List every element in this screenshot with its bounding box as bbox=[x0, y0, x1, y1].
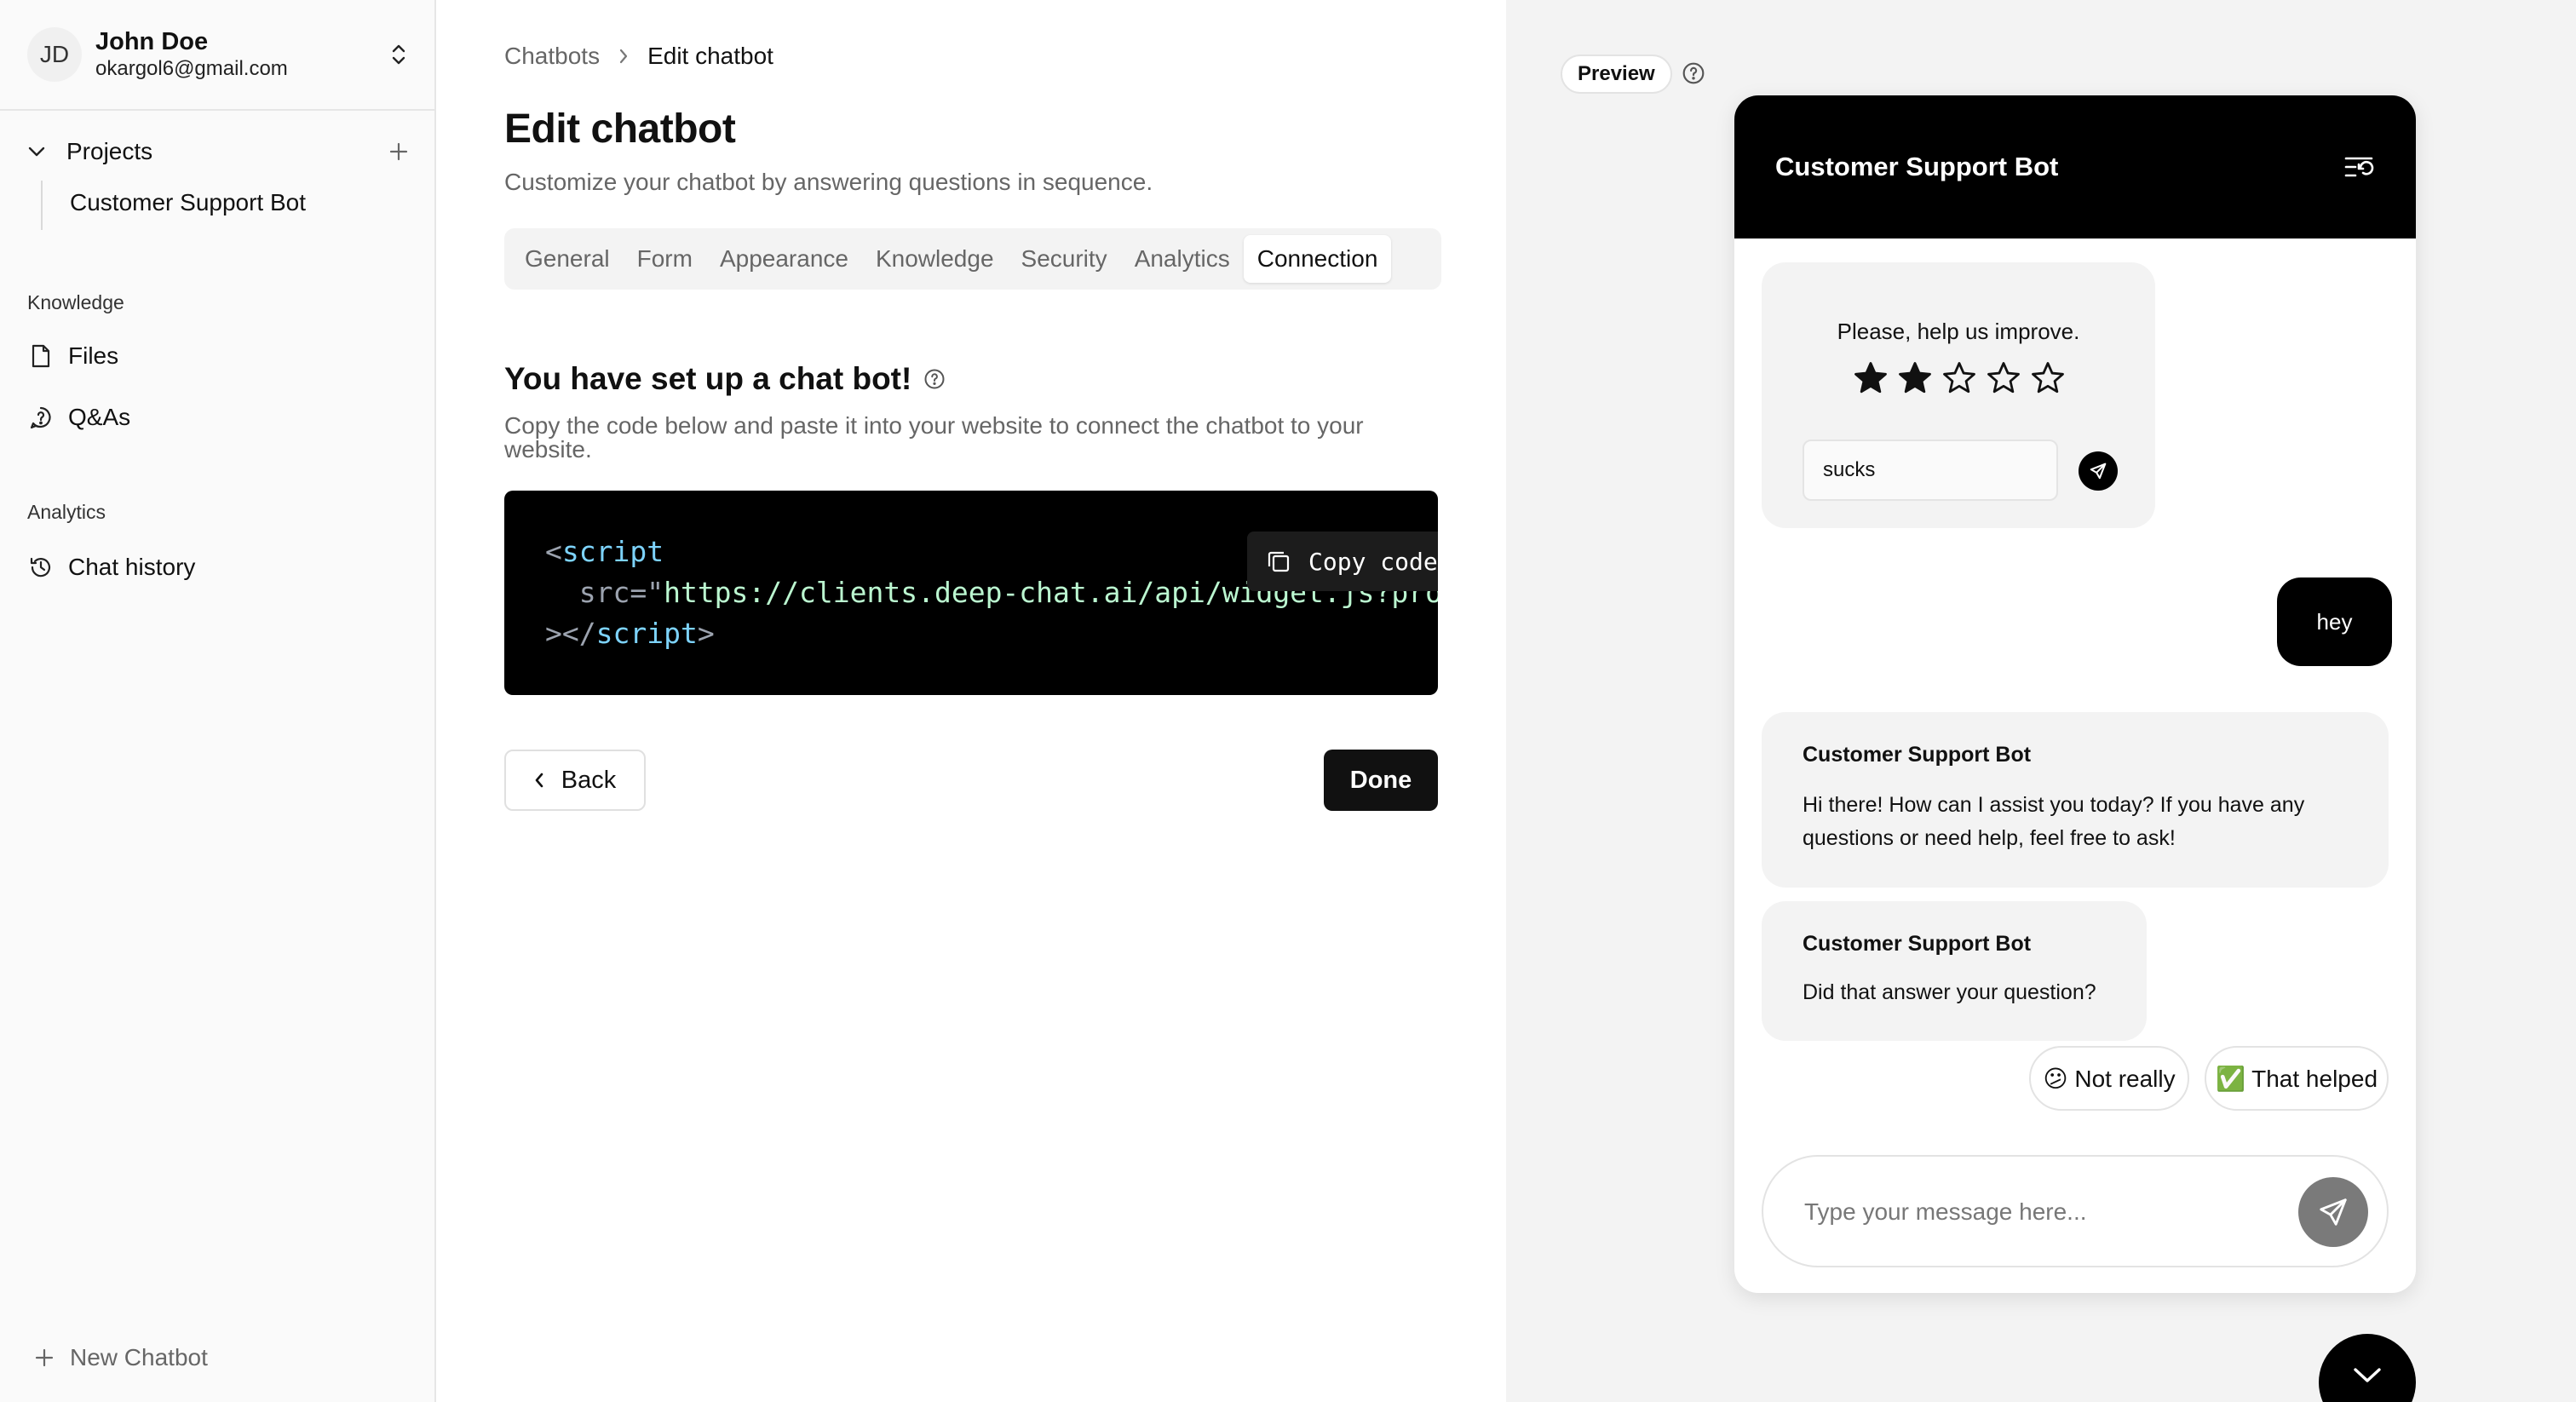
chevron-left-icon bbox=[534, 772, 544, 789]
projects-header[interactable]: Projects bbox=[27, 133, 409, 170]
tab-appearance[interactable]: Appearance bbox=[706, 235, 862, 283]
chat-title: Customer Support Bot bbox=[1775, 152, 2059, 181]
user-switcher[interactable]: JD John Doe okargol6@gmail.com bbox=[27, 26, 416, 83]
user-name: John Doe bbox=[95, 28, 209, 55]
star-filled-icon[interactable] bbox=[1849, 359, 1893, 397]
help-icon[interactable] bbox=[923, 368, 946, 390]
tab-form[interactable]: Form bbox=[624, 235, 706, 283]
back-button[interactable]: Back bbox=[504, 750, 646, 811]
avatar-initials: JD bbox=[39, 41, 70, 67]
new-chatbot-button[interactable]: New Chatbot bbox=[34, 1341, 208, 1375]
send-icon bbox=[2090, 463, 2107, 480]
embed-code-block[interactable]: <script src="https://clients.deep-chat.a… bbox=[504, 491, 1438, 695]
sidebar-item-qas[interactable]: Q&As bbox=[27, 399, 130, 436]
tree-line bbox=[41, 181, 43, 230]
history-icon bbox=[27, 554, 55, 581]
sidebar-item-label: Files bbox=[68, 342, 119, 369]
user-message: hey bbox=[2277, 577, 2392, 666]
star-filled-icon[interactable] bbox=[1893, 359, 1937, 397]
sidebar: JD John Doe okargol6@gmail.com Projects … bbox=[0, 0, 436, 1402]
quick-reply-not-really[interactable]: 😕 Not really bbox=[2029, 1046, 2189, 1111]
chat-header: Customer Support Bot bbox=[1734, 95, 2416, 238]
new-chatbot-label: New Chatbot bbox=[70, 1344, 208, 1370]
user-info: John Doe okargol6@gmail.com bbox=[95, 27, 382, 82]
sidebar-item-chat-history[interactable]: Chat history bbox=[27, 549, 195, 586]
bot-name: Customer Support Bot bbox=[1803, 743, 2032, 767]
setup-description: Copy the code below and paste it into yo… bbox=[504, 412, 1364, 463]
preview-panel: Preview Customer Support Bot Please, hel… bbox=[1506, 0, 2576, 1402]
help-icon[interactable] bbox=[1682, 61, 1705, 85]
chevron-right-icon bbox=[618, 48, 629, 65]
scroll-down-button[interactable] bbox=[2319, 1334, 2416, 1402]
tab-general[interactable]: General bbox=[511, 235, 624, 283]
quick-reply-that-helped[interactable]: ✅ That helped bbox=[2205, 1046, 2389, 1111]
send-message-button[interactable] bbox=[2298, 1177, 2368, 1247]
page-subtitle: Customize your chatbot by answering ques… bbox=[504, 169, 1153, 195]
breadcrumb-chatbots[interactable]: Chatbots bbox=[504, 43, 600, 70]
message-input[interactable] bbox=[1804, 1191, 2281, 1233]
chevron-down-icon[interactable] bbox=[27, 146, 46, 158]
tab-analytics[interactable]: Analytics bbox=[1121, 235, 1244, 283]
projects-label: Projects bbox=[66, 138, 153, 164]
message-input-container bbox=[1762, 1155, 2389, 1267]
add-project-icon[interactable] bbox=[388, 141, 409, 162]
bot-message: Customer Support Bot Hi there! How can I… bbox=[1762, 712, 2389, 888]
setup-title: You have set up a chat bot! bbox=[504, 361, 946, 397]
chat-history-menu-icon[interactable] bbox=[2343, 153, 2375, 181]
divider bbox=[0, 109, 434, 111]
chat-widget: Customer Support Bot Please, help us imp… bbox=[1734, 95, 2416, 1293]
sidebar-item-files[interactable]: Files bbox=[27, 337, 118, 375]
preview-badge: Preview bbox=[1561, 55, 1672, 94]
feedback-send-button[interactable] bbox=[2079, 451, 2118, 491]
done-button[interactable]: Done bbox=[1324, 750, 1438, 811]
bot-message: Customer Support Bot Did that answer you… bbox=[1762, 901, 2147, 1041]
chevron-down-icon bbox=[2354, 1368, 2381, 1382]
chevron-up-down-icon[interactable] bbox=[382, 37, 416, 72]
tab-connection[interactable]: Connection bbox=[1243, 235, 1392, 283]
tab-knowledge[interactable]: Knowledge bbox=[862, 235, 1008, 283]
setup-title-text: You have set up a chat bot! bbox=[504, 361, 912, 396]
user-email: okargol6@gmail.com bbox=[95, 57, 288, 80]
code-token: ></ bbox=[545, 617, 596, 650]
feedback-input[interactable]: sucks bbox=[1803, 440, 2058, 501]
section-label-analytics: Analytics bbox=[27, 501, 106, 523]
back-label: Back bbox=[561, 766, 617, 794]
bot-message-text: Hi there! How can I assist you today? If… bbox=[1803, 793, 2305, 850]
avatar: JD bbox=[27, 27, 82, 82]
breadcrumb-current: Edit chatbot bbox=[647, 43, 773, 69]
code-token: src=" bbox=[545, 576, 664, 609]
sidebar-item-customer-support-bot[interactable]: Customer Support Bot bbox=[70, 189, 306, 216]
star-rating[interactable] bbox=[1849, 359, 2070, 397]
plus-icon bbox=[34, 1347, 55, 1368]
bot-message-text: Did that answer your question? bbox=[1803, 980, 2096, 1004]
main-content: Chatbots Edit chatbot Edit chatbot Custo… bbox=[436, 0, 1506, 1402]
code-token: > bbox=[697, 617, 715, 650]
section-label-knowledge: Knowledge bbox=[27, 291, 124, 313]
code-token: script bbox=[561, 535, 664, 568]
breadcrumb: Chatbots Edit chatbot bbox=[504, 43, 773, 70]
rating-card: Please, help us improve. sucks bbox=[1762, 262, 2155, 528]
message-question-icon bbox=[27, 404, 55, 431]
file-icon bbox=[27, 342, 55, 370]
copy-code-label: Copy code bbox=[1308, 547, 1438, 576]
page-title: Edit chatbot bbox=[504, 106, 736, 152]
star-empty-icon[interactable] bbox=[2026, 359, 2070, 397]
star-empty-icon[interactable] bbox=[1937, 359, 1981, 397]
sidebar-item-label: Q&As bbox=[68, 404, 131, 430]
copy-code-button[interactable]: Copy code bbox=[1247, 531, 1438, 591]
sidebar-item-label: Chat history bbox=[68, 554, 196, 580]
star-empty-icon[interactable] bbox=[1981, 359, 2026, 397]
tab-bar: General Form Appearance Knowledge Securi… bbox=[504, 228, 1441, 290]
copy-icon bbox=[1266, 549, 1291, 574]
tab-security[interactable]: Security bbox=[1008, 235, 1121, 283]
send-icon bbox=[2320, 1198, 2347, 1226]
code-token: script bbox=[595, 617, 698, 650]
bot-name: Customer Support Bot bbox=[1803, 932, 2032, 956]
rating-prompt: Please, help us improve. bbox=[1837, 319, 2080, 344]
code-token: < bbox=[545, 535, 562, 568]
